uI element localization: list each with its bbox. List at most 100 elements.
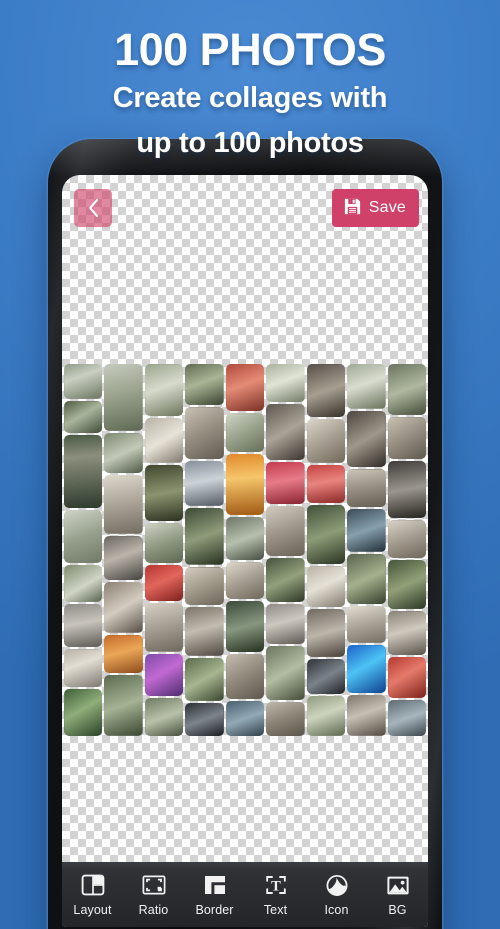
collage-photo-tile[interactable] [64,510,103,564]
collage-photo-tile[interactable] [347,364,386,409]
collage-photo-tile[interactable] [387,657,426,698]
collage-photo-tile[interactable] [144,565,184,602]
collage-photo-tile[interactable] [104,634,143,674]
collage-photo-tile[interactable] [104,535,143,581]
toolbar-item-bg[interactable]: BG [367,862,428,927]
collage-photo-tile[interactable] [387,610,426,656]
collage-photo-tile[interactable] [347,606,386,643]
collage-photo-tile[interactable] [144,697,184,736]
collage-photo-tile[interactable] [104,364,143,431]
collage-photo-tile[interactable] [185,566,224,606]
collage-photo-tile[interactable] [347,645,386,694]
collage-photo-tile[interactable] [266,702,305,736]
collage-photo-tile[interactable] [387,699,426,736]
collage-photo-tile[interactable] [266,506,305,556]
collage-photo-tile[interactable] [64,435,103,509]
collage-photo-tile[interactable] [387,560,426,609]
collage-photo-tile[interactable] [104,675,143,736]
text-tool-icon: T [264,873,288,898]
collage-photo-tile[interactable] [144,464,184,521]
collage-canvas[interactable] [62,364,428,737]
collage-photo-tile[interactable] [387,519,426,559]
app-top-bar: Save [62,175,428,237]
toolbar-item-layout[interactable]: Layout [62,862,123,927]
back-button[interactable] [74,189,112,227]
collage-photo-tile[interactable] [306,504,346,564]
collage-column [144,364,184,736]
collage-photo-tile[interactable] [225,561,265,599]
collage-photo-tile[interactable] [64,689,103,736]
toolbar-item-label: BG [388,902,407,917]
collage-photo-tile[interactable] [185,461,224,507]
toolbar-item-label: Border [195,902,234,917]
collage-photo-tile[interactable] [306,696,346,737]
collage-photo-tile[interactable] [225,454,265,515]
collage-photo-tile[interactable] [185,364,224,405]
collage-column [306,364,346,737]
collage-photo-tile[interactable] [387,416,426,460]
collage-photo-tile[interactable] [266,404,305,460]
collage-column [64,364,103,736]
collage-column [387,364,426,736]
collage-photo-tile[interactable] [185,702,224,736]
collage-photo-tile[interactable] [225,412,265,453]
collage-grid[interactable] [64,364,426,737]
toolbar-item-text[interactable]: T Text [245,862,306,927]
app-screen: Save Layout Ratio Border T Text Icon BG [62,175,428,927]
collage-photo-tile[interactable] [64,603,103,647]
toolbar-item-border[interactable]: Border [184,862,245,927]
collage-photo-tile[interactable] [225,600,265,652]
phone-mockup: Save Layout Ratio Border T Text Icon BG [48,139,442,929]
collage-photo-tile[interactable] [387,364,426,415]
collage-photo-tile[interactable] [64,565,103,602]
collage-photo-tile[interactable] [347,509,386,552]
collage-photo-tile[interactable] [225,653,265,699]
collage-photo-tile[interactable] [225,700,265,736]
collage-photo-tile[interactable] [185,406,224,460]
collage-column [347,364,386,737]
collage-photo-tile[interactable] [306,658,346,695]
floppy-disk-save-icon [343,197,362,219]
save-button[interactable]: Save [331,189,419,227]
collage-photo-tile[interactable] [306,464,346,503]
collage-photo-tile[interactable] [266,462,305,504]
collage-photo-tile[interactable] [266,364,305,402]
collage-photo-tile[interactable] [347,695,386,737]
collage-photo-tile[interactable] [266,646,305,700]
collage-column [266,364,305,736]
collage-photo-tile[interactable] [185,607,224,657]
collage-photo-tile[interactable] [185,658,224,701]
toolbar-item-label: Ratio [138,902,169,917]
collage-photo-tile[interactable] [185,508,224,565]
collage-photo-tile[interactable] [266,604,305,644]
collage-photo-tile[interactable] [266,558,305,602]
collage-photo-tile[interactable] [144,653,184,696]
collage-photo-tile[interactable] [144,364,184,417]
collage-photo-tile[interactable] [64,364,103,399]
collage-photo-tile[interactable] [306,565,346,608]
collage-photo-tile[interactable] [104,582,143,633]
toolbar-item-ratio[interactable]: Ratio [123,862,184,927]
collage-photo-tile[interactable] [144,418,184,463]
collage-photo-tile[interactable] [347,410,386,467]
toolbar-item-icon[interactable]: Icon [306,862,367,927]
collage-photo-tile[interactable] [306,419,346,463]
collage-photo-tile[interactable] [64,648,103,688]
collage-photo-tile[interactable] [225,364,265,411]
collage-photo-tile[interactable] [144,603,184,652]
border-frame-icon [203,873,227,898]
background-image-icon [386,873,410,898]
promo-title: 100 PHOTOS [114,24,386,75]
collage-photo-tile[interactable] [104,475,143,534]
collage-photo-tile[interactable] [306,609,346,657]
promo-screenshot: 100 PHOTOS Create collages with up to 10… [0,0,500,929]
collage-photo-tile[interactable] [347,553,386,605]
collage-photo-tile[interactable] [387,461,426,518]
collage-photo-tile[interactable] [225,516,265,560]
collage-photo-tile[interactable] [347,468,386,508]
collage-photo-tile[interactable] [104,432,143,474]
collage-photo-tile[interactable] [306,364,346,418]
toolbar-item-label: Text [263,902,288,917]
collage-photo-tile[interactable] [144,522,184,564]
collage-photo-tile[interactable] [64,400,103,434]
